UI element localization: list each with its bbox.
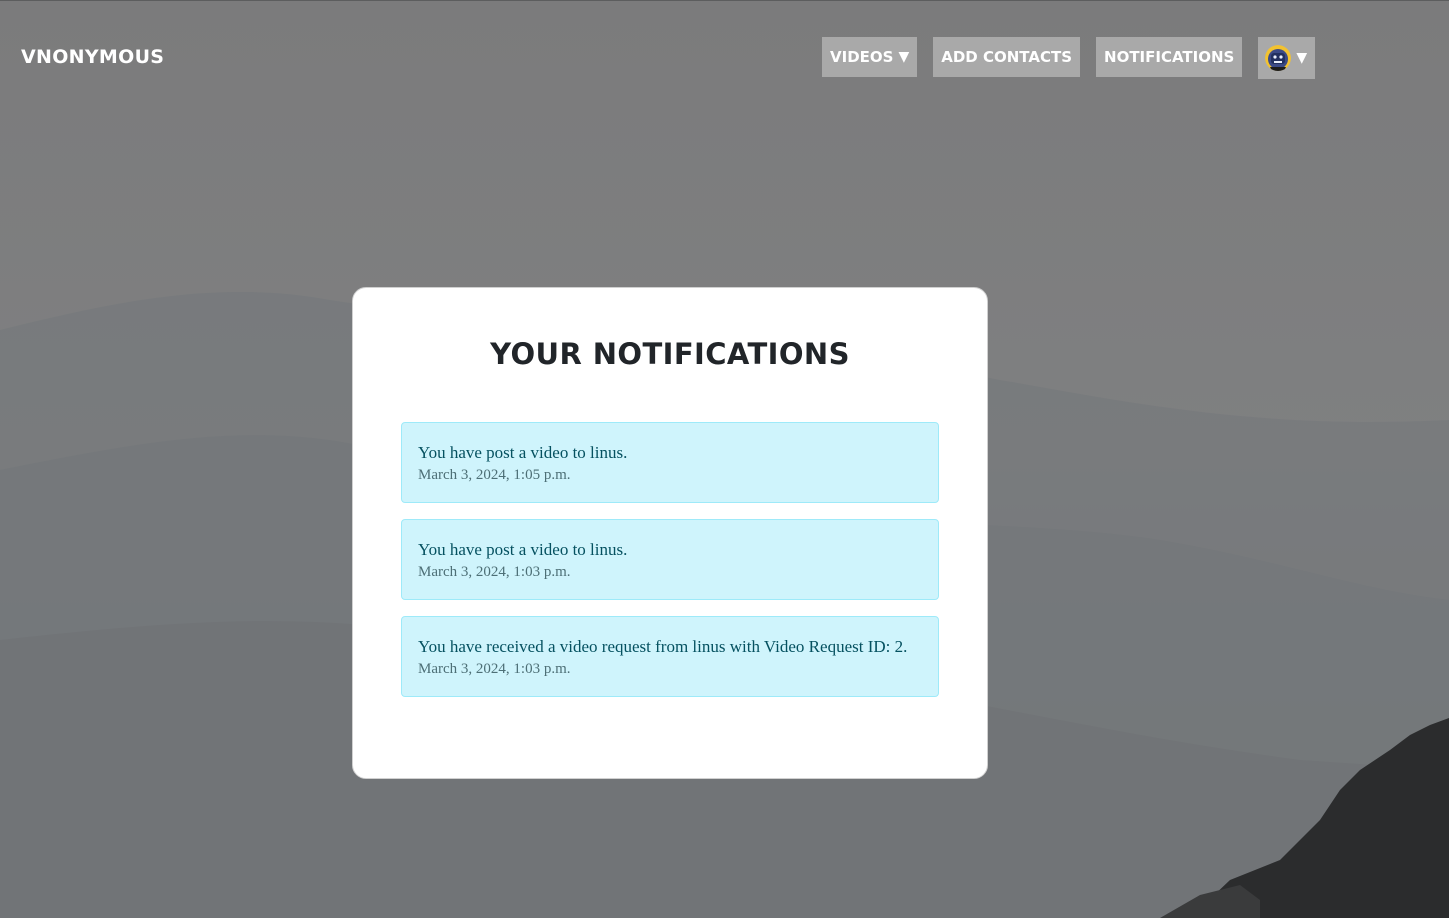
notification-item[interactable]: You have post a video to linus. March 3,… <box>401 422 939 503</box>
notification-timestamp: March 3, 2024, 1:03 p.m. <box>418 564 571 580</box>
notifications-card: YOUR NOTIFICATIONS You have post a video… <box>352 287 988 779</box>
page-title: YOUR NOTIFICATIONS <box>490 337 850 371</box>
notification-timestamp: March 3, 2024, 1:03 p.m. <box>418 661 571 677</box>
top-border <box>0 0 1449 1</box>
videos-dropdown-button[interactable]: VIDEOS ▼ <box>822 37 918 77</box>
main-nav: VIDEOS ▼ ADD CONTACTS NOTIFICATIONS ▼ <box>822 37 1316 79</box>
notifications-button[interactable]: NOTIFICATIONS <box>1096 37 1243 77</box>
notification-message: You have received a video request from l… <box>418 637 908 656</box>
profile-dropdown-button[interactable]: ▼ <box>1258 37 1316 79</box>
videos-label: VIDEOS <box>830 48 894 66</box>
notification-item[interactable]: You have received a video request from l… <box>401 616 939 697</box>
notification-item[interactable]: You have post a video to linus. March 3,… <box>401 519 939 600</box>
chevron-down-icon: ▼ <box>1296 50 1308 66</box>
notification-timestamp: March 3, 2024, 1:05 p.m. <box>418 467 571 483</box>
add-contacts-button[interactable]: ADD CONTACTS <box>933 37 1081 77</box>
notification-list: You have post a video to linus. March 3,… <box>401 422 939 713</box>
notifications-label: NOTIFICATIONS <box>1104 48 1235 66</box>
notification-message: You have post a video to linus. <box>418 443 628 462</box>
chevron-down-icon: ▼ <box>898 49 910 65</box>
add-contacts-label: ADD CONTACTS <box>941 48 1073 66</box>
notification-message: You have post a video to linus. <box>418 540 628 559</box>
brand-logo[interactable]: VNONYMOUS <box>21 46 164 68</box>
user-avatar-icon <box>1265 45 1292 71</box>
